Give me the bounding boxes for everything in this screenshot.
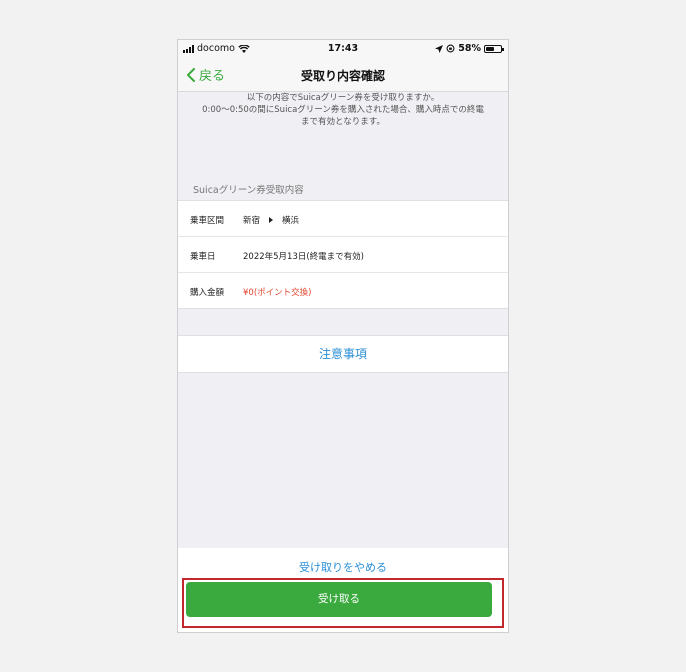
section-header: Suicaグリーン券受取内容 <box>193 185 304 196</box>
orientation-lock-icon <box>446 44 455 53</box>
price-label: 購入金額 <box>190 288 225 298</box>
route-value: 新宿 横浜 <box>243 214 299 226</box>
intro-line: 以下の内容でSuicaグリーン券を受け取りますか。 <box>246 93 440 103</box>
intro-line: まで有効となります。 <box>301 117 385 127</box>
status-right: 58% <box>435 43 504 54</box>
bottom-actions: 受け取りをやめる 受け取る <box>178 548 508 632</box>
price-row: 購入金額 ¥0(ポイント交換) <box>178 273 508 308</box>
date-value: 2022年5月13日(終電まで有効) <box>243 252 364 262</box>
battery-level <box>486 46 495 51</box>
notes-link[interactable]: 注意事項 <box>178 335 508 373</box>
status-bar: docomo 17:43 58% <box>178 40 508 58</box>
accept-button[interactable]: 受け取る <box>186 582 492 617</box>
navigation-bar: 戻る 受取り内容確認 <box>178 58 508 92</box>
battery-percent: 58% <box>458 43 481 54</box>
route-to: 横浜 <box>282 216 300 226</box>
phone-screen: docomo 17:43 58% 戻る 受取り内容確認 以下の内容でSuicaグ… <box>177 39 509 633</box>
intro-message: 以下の内容でSuicaグリーン券を受け取りますか。 0:00〜0:50の間にSu… <box>178 92 508 150</box>
ticket-details: 乗車区間 新宿 横浜 乗車日 2022年5月13日(終電まで有効) 購入金額 ¥… <box>178 200 508 309</box>
arrow-right-icon <box>269 217 274 223</box>
page-title: 受取り内容確認 <box>300 69 385 83</box>
route-row: 乗車区間 新宿 横浜 <box>178 201 508 237</box>
battery-icon <box>484 44 504 53</box>
cancel-receive-link[interactable]: 受け取りをやめる <box>178 559 508 575</box>
location-arrow-icon <box>435 44 444 53</box>
route-label: 乗車区間 <box>190 216 225 226</box>
date-row: 乗車日 2022年5月13日(終電まで有効) <box>178 237 508 273</box>
date-label: 乗車日 <box>190 252 216 262</box>
route-from: 新宿 <box>243 216 261 226</box>
intro-line: 0:00〜0:50の間にSuicaグリーン券を購入された場合、購入時点での終電 <box>202 105 484 115</box>
price-value: ¥0(ポイント交換) <box>243 288 312 298</box>
